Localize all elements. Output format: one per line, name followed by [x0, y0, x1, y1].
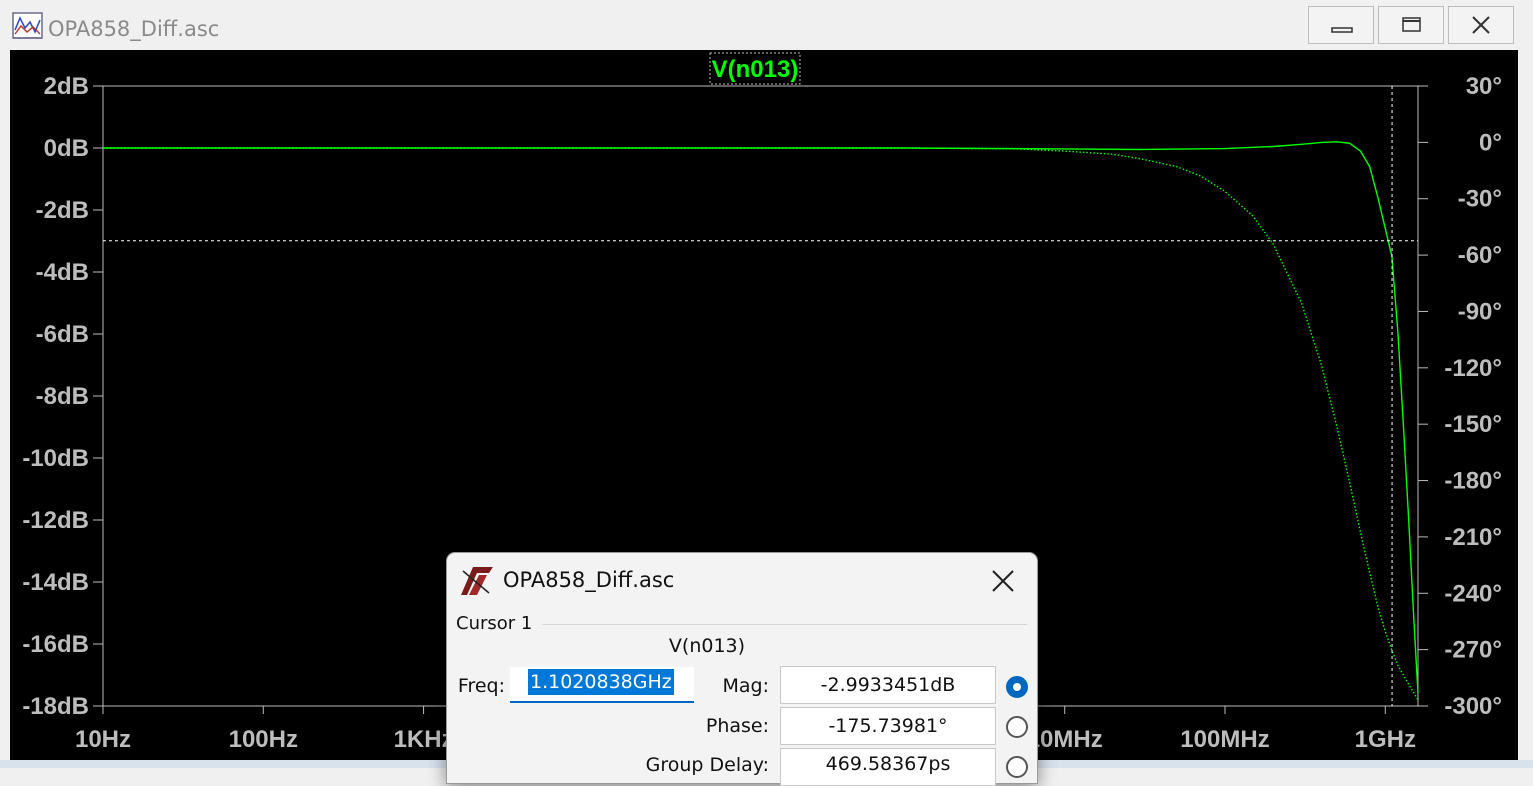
y-left-tick-label: -16dB — [22, 631, 89, 658]
x-tick-label: 1KHz — [394, 726, 454, 753]
mag-radio[interactable] — [1006, 676, 1028, 698]
y-left-tick-label: 2dB — [44, 73, 89, 100]
y-left-tick-label: -8dB — [36, 383, 89, 410]
dialog-close-icon[interactable] — [985, 563, 1021, 599]
y-right-tick-label: -90° — [1458, 298, 1502, 325]
title-bar: OPA858_Diff.asc — [0, 0, 1533, 50]
x-tick-label: 100Hz — [229, 726, 298, 753]
maximize-button[interactable] — [1378, 6, 1444, 44]
y-right-tick-label: 30° — [1466, 73, 1502, 100]
y-left-tick-label: -4dB — [36, 259, 89, 286]
mag-label: Mag: — [722, 675, 770, 697]
ltspice-logo-icon — [461, 567, 493, 595]
waveform-app-icon — [12, 12, 43, 39]
y-right-tick-label: -210° — [1444, 524, 1502, 551]
trace-name: V(n013) — [668, 635, 746, 657]
y-right-tick-label: -240° — [1444, 580, 1502, 607]
dialog-title: OPA858_Diff.asc — [503, 568, 675, 592]
y-right-tick-label: -150° — [1444, 411, 1502, 438]
group-delay-field[interactable]: 469.58367ps — [780, 748, 996, 786]
cursor-group-label: Cursor 1 — [456, 613, 537, 634]
y-right-tick-label: 0° — [1479, 129, 1502, 156]
y-right-tick-label: -180° — [1444, 468, 1502, 495]
y-right-tick-label: -60° — [1458, 242, 1502, 269]
group-delay-label: Group Delay: — [645, 754, 769, 776]
y-right-tick-label: -300° — [1444, 693, 1502, 720]
y-left-tick-label: -6dB — [36, 321, 89, 348]
y-left-tick-label: -12dB — [22, 507, 89, 534]
mag-field[interactable]: -2.9933451dB — [780, 666, 996, 704]
close-button[interactable] — [1448, 6, 1514, 44]
y-left-tick-label: -10dB — [22, 445, 89, 472]
x-tick-label: 10MHz — [1027, 726, 1103, 753]
freq-input[interactable]: 1.1020838GHz — [510, 667, 694, 703]
x-tick-label: 100MHz — [1180, 726, 1269, 753]
y-right-tick-label: -270° — [1444, 637, 1502, 664]
phase-label: Phase: — [705, 715, 769, 737]
y-left-tick-label: 0dB — [44, 135, 89, 162]
phase-field[interactable]: -175.73981° — [780, 707, 996, 745]
y-left-tick-label: -18dB — [22, 693, 89, 720]
y-right-tick-label: -120° — [1444, 355, 1502, 382]
freq-value: 1.1020838GHz — [528, 669, 674, 695]
group-delay-radio[interactable] — [1006, 756, 1028, 778]
x-tick-label: 10Hz — [75, 726, 131, 753]
trace-label[interactable]: V(n013) — [712, 56, 799, 83]
phase-radio[interactable] — [1006, 716, 1028, 738]
x-tick-label: 1GHz — [1355, 726, 1416, 753]
y-right-tick-label: -30° — [1458, 186, 1502, 213]
restore-icon — [1402, 17, 1421, 32]
minimize-button[interactable] — [1308, 6, 1374, 44]
group-divider — [542, 624, 1027, 625]
close-icon — [1472, 16, 1490, 34]
minimize-icon — [1331, 27, 1353, 33]
freq-label: Freq: — [457, 675, 505, 697]
window-title: OPA858_Diff.asc — [48, 17, 220, 41]
cursor-dialog: OPA858_Diff.asc Cursor 1 V(n013) Freq: 1… — [446, 552, 1038, 786]
y-left-tick-label: -14dB — [22, 569, 89, 596]
y-left-tick-label: -2dB — [36, 197, 89, 224]
